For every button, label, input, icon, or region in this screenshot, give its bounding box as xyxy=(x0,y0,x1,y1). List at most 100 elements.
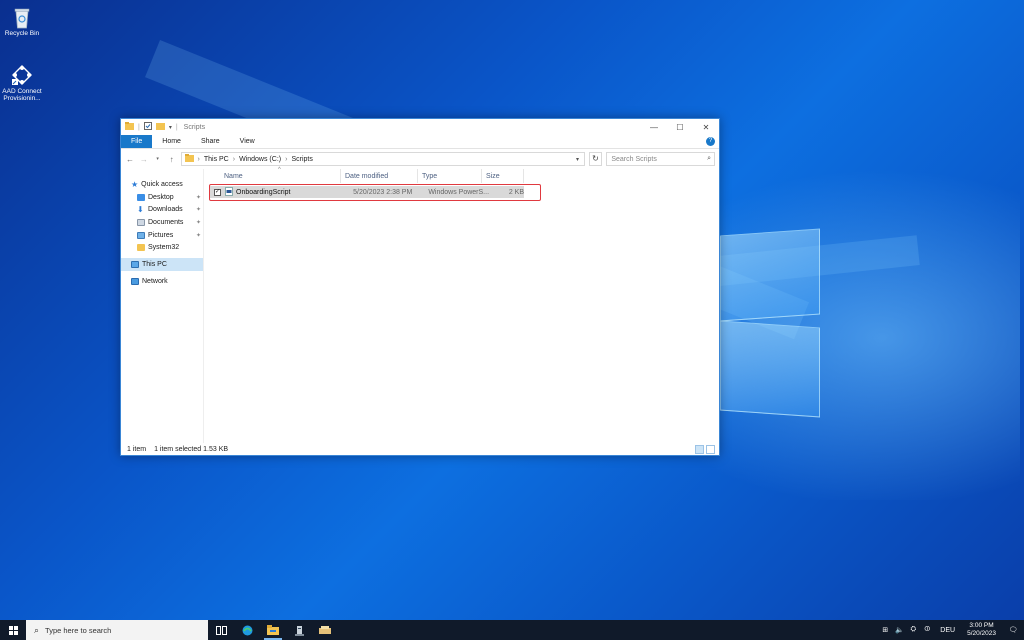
ribbon-tabs: File Home Share View ? xyxy=(121,135,719,149)
taskbar-search-input[interactable]: Type here to search xyxy=(45,626,111,635)
quick-access-toolbar: | ▾ xyxy=(125,122,172,132)
nav-label: Documents xyxy=(148,218,184,226)
aad-connect-taskbar-icon[interactable] xyxy=(312,620,338,640)
title-separator: | xyxy=(175,123,178,131)
taskbar-clock[interactable]: 3:00 PM 5/20/2023 xyxy=(961,622,1002,638)
pin-icon: ✦ xyxy=(195,207,201,214)
large-icons-view-button[interactable] xyxy=(706,444,715,454)
pin-icon: ✦ xyxy=(195,219,201,226)
network-icon xyxy=(131,277,139,285)
address-dropdown-icon[interactable]: ▾ xyxy=(572,156,584,163)
folder-icon[interactable] xyxy=(125,122,134,132)
computer-icon xyxy=(131,260,139,268)
pin-icon: ✦ xyxy=(195,194,201,201)
desktop-icon-label: Recycle Bin xyxy=(4,30,40,37)
nav-desktop[interactable]: Desktop ✦ xyxy=(121,191,203,204)
refresh-button[interactable]: ↻ xyxy=(588,152,603,166)
new-folder-icon[interactable] xyxy=(155,122,165,132)
details-view-button[interactable] xyxy=(695,444,704,454)
navigation-pane[interactable]: ★ Quick access Desktop ✦ ⬇ Downloads ✦ D… xyxy=(121,169,204,443)
nav-network[interactable]: Network xyxy=(121,275,203,288)
nav-label: Pictures xyxy=(148,231,174,239)
breadcrumb-windows-c[interactable]: Windows (C:) xyxy=(239,156,281,163)
maximize-button[interactable]: ☐ xyxy=(667,123,693,132)
back-arrow-icon[interactable]: ← xyxy=(125,155,135,164)
up-arrow-icon[interactable]: ↑ xyxy=(167,155,177,164)
star-icon: ★ xyxy=(131,179,139,189)
task-view-icon[interactable] xyxy=(208,620,234,640)
tab-file[interactable]: File xyxy=(121,135,153,148)
folder-icon xyxy=(137,244,145,252)
column-header-name[interactable]: Name xyxy=(204,169,341,183)
documents-icon xyxy=(137,218,145,226)
breadcrumb-this-pc[interactable]: This PC xyxy=(204,156,229,163)
address-bar[interactable]: › This PC › Windows (C:) › Scripts ▾ xyxy=(180,152,585,166)
recent-locations-chevron-icon[interactable]: ▾ xyxy=(153,156,163,162)
status-bar: 1 item 1 item selected 1.53 KB xyxy=(121,443,719,455)
title-bar[interactable]: | ▾ | Scripts — ☐ ✕ xyxy=(121,119,719,135)
desktop-icon-aad-connect[interactable]: AAD Connect Provisionin... xyxy=(0,64,44,102)
help-icon[interactable]: ? xyxy=(706,137,715,146)
breadcrumb-separator[interactable]: › xyxy=(285,156,287,163)
view-toggle xyxy=(695,444,715,454)
edge-icon[interactable] xyxy=(234,620,260,640)
nav-quick-access[interactable]: ★ Quick access xyxy=(121,178,203,191)
nav-label: System32 xyxy=(148,244,180,252)
column-header-type[interactable]: Type xyxy=(418,169,482,183)
minimize-button[interactable]: — xyxy=(641,123,667,132)
status-item-count: 1 item xyxy=(127,445,147,453)
forward-arrow-icon[interactable]: → xyxy=(139,155,149,164)
breadcrumb-scripts[interactable]: Scripts xyxy=(291,156,312,163)
file-explorer-window[interactable]: | ▾ | Scripts — ☐ ✕ File Home Share View… xyxy=(120,118,720,456)
properties-icon[interactable] xyxy=(143,122,152,132)
nav-this-pc[interactable]: This PC xyxy=(121,258,203,271)
nav-system32[interactable]: System32 xyxy=(121,241,203,254)
clock-date: 5/20/2023 xyxy=(967,630,996,637)
start-button[interactable] xyxy=(0,620,26,640)
taskbar: ⌕ Type here to search ⊞ 🔈 ⛭ ⏼ DEU 3:00 P… xyxy=(0,620,1024,640)
input-language[interactable]: DEU xyxy=(934,627,961,634)
nav-label: Desktop xyxy=(148,193,174,201)
nav-downloads[interactable]: ⬇ Downloads ✦ xyxy=(121,203,203,216)
windows-logo-pane xyxy=(720,228,820,322)
folder-icon xyxy=(184,154,194,164)
window-controls: — ☐ ✕ xyxy=(641,123,719,132)
file-explorer-taskbar-icon[interactable] xyxy=(260,620,286,640)
power-status-icon[interactable]: ⏼ xyxy=(920,626,934,634)
nav-documents[interactable]: Documents ✦ xyxy=(121,216,203,229)
tab-home[interactable]: Home xyxy=(152,135,191,148)
nav-label: Network xyxy=(142,277,168,285)
column-header-date-modified[interactable]: Date modified xyxy=(341,169,418,183)
tab-view[interactable]: View xyxy=(230,135,265,148)
server-manager-icon[interactable] xyxy=(286,620,312,640)
search-input[interactable]: Search Scripts xyxy=(611,156,657,163)
status-size: 1.53 KB xyxy=(203,445,229,453)
search-icon: ⌕ xyxy=(34,624,40,635)
download-arrow-icon: ⬇ xyxy=(137,205,144,215)
breadcrumb-separator[interactable]: › xyxy=(233,156,235,163)
column-header-size[interactable]: Size xyxy=(482,169,524,183)
clock-time: 3:00 PM xyxy=(969,622,994,629)
desktop-icon-recycle-bin[interactable]: Recycle Bin xyxy=(0,6,44,37)
search-box[interactable]: Search Scripts ⌕ xyxy=(606,152,716,166)
nav-label: Downloads xyxy=(148,206,183,214)
network-tray-icon[interactable]: ⊞ xyxy=(878,626,892,634)
windows-logo-icon xyxy=(8,625,18,635)
pin-icon: ✦ xyxy=(195,232,201,239)
network-status-icon[interactable]: ⛭ xyxy=(906,626,920,634)
close-button[interactable]: ✕ xyxy=(693,123,719,132)
taskbar-search-box[interactable]: ⌕ Type here to search xyxy=(26,620,208,640)
toolbar-separator: | xyxy=(138,123,140,131)
file-list[interactable]: Name Date modified Type Size ^ ✓ Onboard… xyxy=(204,167,719,443)
nav-pictures[interactable]: Pictures ✦ xyxy=(121,229,203,242)
nav-label: This PC xyxy=(142,260,167,268)
highlight-annotation xyxy=(209,184,541,201)
navigation-bar: ← → ▾ ↑ › This PC › Windows (C:) › Scrip… xyxy=(121,149,719,169)
pictures-icon xyxy=(137,231,145,239)
notifications-icon[interactable]: 🗨 xyxy=(1002,626,1024,634)
sort-arrow-icon: ^ xyxy=(278,167,281,173)
customize-arrow-icon[interactable]: ▾ xyxy=(169,124,172,131)
tab-share[interactable]: Share xyxy=(191,135,230,148)
volume-muted-icon[interactable]: 🔈 xyxy=(892,626,906,634)
search-icon: ⌕ xyxy=(707,155,712,162)
